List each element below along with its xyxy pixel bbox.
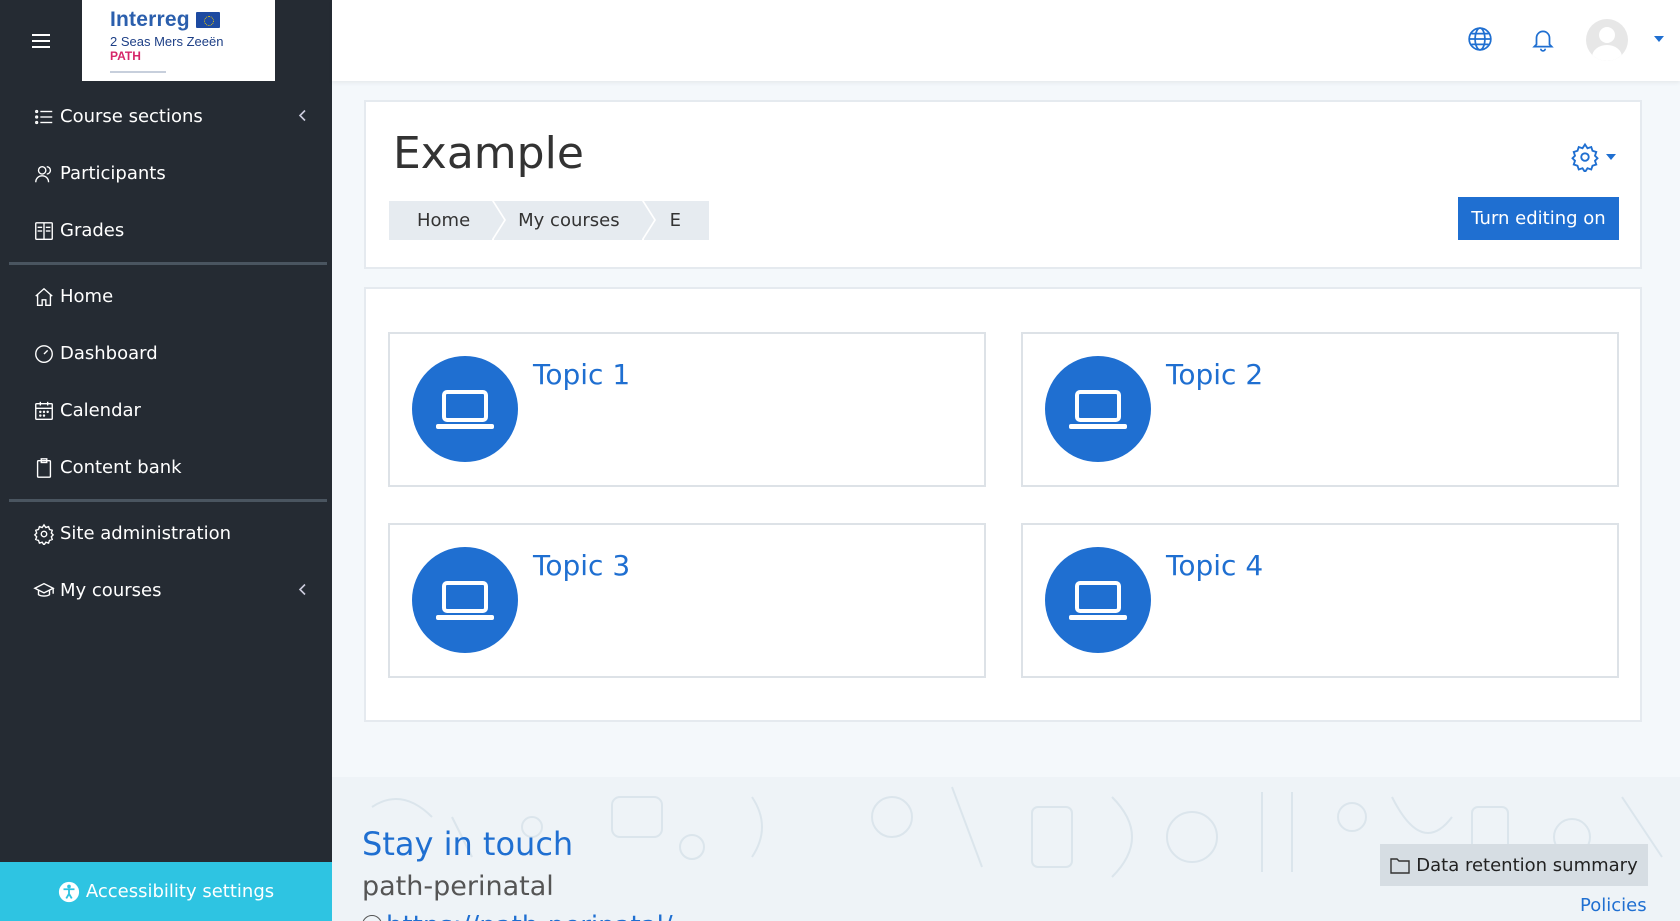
laptop-icon bbox=[436, 581, 494, 620]
logo-subtitle: 2 Seas Mers Zeeën bbox=[110, 34, 224, 49]
topic-card[interactable]: Topic 1 bbox=[388, 332, 986, 487]
breadcrumb: Home My courses E bbox=[389, 201, 709, 240]
site-logo[interactable]: Interreg 2 Seas Mers Zeeën PATH bbox=[82, 0, 275, 81]
notifications-button[interactable] bbox=[1528, 24, 1558, 54]
policies-link[interactable]: Policies bbox=[1580, 895, 1647, 916]
bell-icon bbox=[1532, 30, 1554, 52]
sidebar-item-label: Dashboard bbox=[60, 343, 158, 364]
site-shortname: path-perinatal bbox=[362, 871, 554, 902]
graduation-cap-icon bbox=[32, 579, 56, 603]
sidebar-item-course-sections[interactable]: Course sections bbox=[0, 88, 332, 145]
logo-brand-text: Interreg bbox=[110, 8, 190, 31]
dashboard-icon bbox=[32, 342, 56, 366]
sidebar-item-participants[interactable]: Participants bbox=[0, 145, 332, 202]
clipboard-icon bbox=[32, 456, 56, 480]
logo-fineprint bbox=[110, 71, 166, 73]
laptop-icon bbox=[1069, 581, 1127, 620]
topic-thumbnail bbox=[412, 356, 518, 462]
calendar-icon bbox=[32, 399, 56, 423]
home-icon bbox=[32, 285, 56, 309]
stay-in-touch-heading: Stay in touch bbox=[362, 825, 574, 863]
sidebar: Interreg 2 Seas Mers Zeeën PATH Course s… bbox=[0, 0, 332, 921]
sidebar-item-label: Site administration bbox=[60, 523, 232, 544]
chevron-left-icon bbox=[296, 580, 310, 601]
topic-title[interactable]: Topic 2 bbox=[1166, 358, 1263, 391]
topics-grid: Topic 1 Topic 2 Topic 3 Topic 4 bbox=[364, 287, 1642, 722]
logo-project: PATH bbox=[110, 49, 141, 63]
user-avatar[interactable] bbox=[1586, 19, 1628, 61]
eu-flag-icon bbox=[195, 12, 220, 28]
topic-title[interactable]: Topic 1 bbox=[533, 358, 630, 391]
folder-icon bbox=[1390, 858, 1410, 874]
sidebar-item-dashboard[interactable]: Dashboard bbox=[0, 325, 332, 382]
menu-toggle-button[interactable] bbox=[0, 0, 82, 81]
gear-icon bbox=[1571, 142, 1599, 172]
language-button[interactable] bbox=[1465, 24, 1495, 54]
turn-editing-on-button[interactable]: Turn editing on bbox=[1458, 197, 1619, 240]
sidebar-item-calendar[interactable]: Calendar bbox=[0, 382, 332, 439]
sidebar-item-label: Course sections bbox=[60, 106, 203, 127]
topic-card[interactable]: Topic 2 bbox=[1021, 332, 1619, 487]
chevron-down-icon bbox=[1606, 154, 1616, 160]
topic-thumbnail bbox=[1045, 356, 1151, 462]
sidebar-divider bbox=[9, 499, 327, 502]
page-title: Example bbox=[393, 128, 584, 179]
sidebar-item-label: My courses bbox=[60, 580, 162, 601]
topic-thumbnail bbox=[412, 547, 518, 653]
sidebar-item-label: Home bbox=[60, 286, 114, 307]
users-icon bbox=[32, 162, 56, 186]
sidebar-item-label: Calendar bbox=[60, 400, 141, 421]
sidebar-item-my-courses[interactable]: My courses bbox=[0, 562, 332, 619]
list-icon bbox=[32, 105, 56, 129]
sidebar-item-grades[interactable]: Grades bbox=[0, 202, 332, 259]
topic-title[interactable]: Topic 3 bbox=[533, 549, 630, 582]
sidebar-item-label: Content bank bbox=[60, 457, 182, 478]
sidebar-item-label: Grades bbox=[60, 220, 125, 241]
breadcrumb-home[interactable]: Home bbox=[389, 201, 505, 240]
chevron-down-icon[interactable] bbox=[1654, 36, 1664, 42]
gear-icon bbox=[32, 522, 56, 546]
globe-icon bbox=[1468, 27, 1492, 51]
page-footer: Stay in touch path-perinatal https://pat… bbox=[332, 777, 1680, 921]
top-header bbox=[332, 0, 1680, 81]
site-url-link[interactable]: https://path-perinatal/ bbox=[386, 911, 673, 921]
data-retention-summary-button[interactable]: Data retention summary bbox=[1380, 844, 1648, 886]
topic-title[interactable]: Topic 4 bbox=[1166, 549, 1263, 582]
breadcrumb-my-courses[interactable]: My courses bbox=[494, 201, 655, 240]
topic-card[interactable]: Topic 4 bbox=[1021, 523, 1619, 678]
chevron-left-icon bbox=[296, 106, 310, 127]
accessibility-settings-button[interactable]: Accessibility settings bbox=[0, 862, 332, 921]
accessibility-icon bbox=[58, 881, 79, 902]
sidebar-item-label: Participants bbox=[60, 163, 166, 184]
laptop-icon bbox=[436, 390, 494, 429]
topic-card[interactable]: Topic 3 bbox=[388, 523, 986, 678]
sidebar-divider bbox=[9, 262, 327, 265]
data-retention-label: Data retention summary bbox=[1416, 854, 1638, 876]
sidebar-item-site-administration[interactable]: Site administration bbox=[0, 505, 332, 562]
accessibility-label: Accessibility settings bbox=[85, 881, 275, 902]
topic-thumbnail bbox=[1045, 547, 1151, 653]
course-settings-menu[interactable] bbox=[1570, 142, 1616, 172]
sidebar-item-content-bank[interactable]: Content bank bbox=[0, 439, 332, 496]
hamburger-icon bbox=[32, 33, 50, 48]
laptop-icon bbox=[1069, 390, 1127, 429]
sidebar-nav: Course sections Participants Grades Home bbox=[0, 88, 332, 619]
page-header: Example Home My courses E Turn editing o… bbox=[364, 100, 1642, 269]
sidebar-item-home[interactable]: Home bbox=[0, 268, 332, 325]
gradebook-icon bbox=[32, 219, 56, 243]
